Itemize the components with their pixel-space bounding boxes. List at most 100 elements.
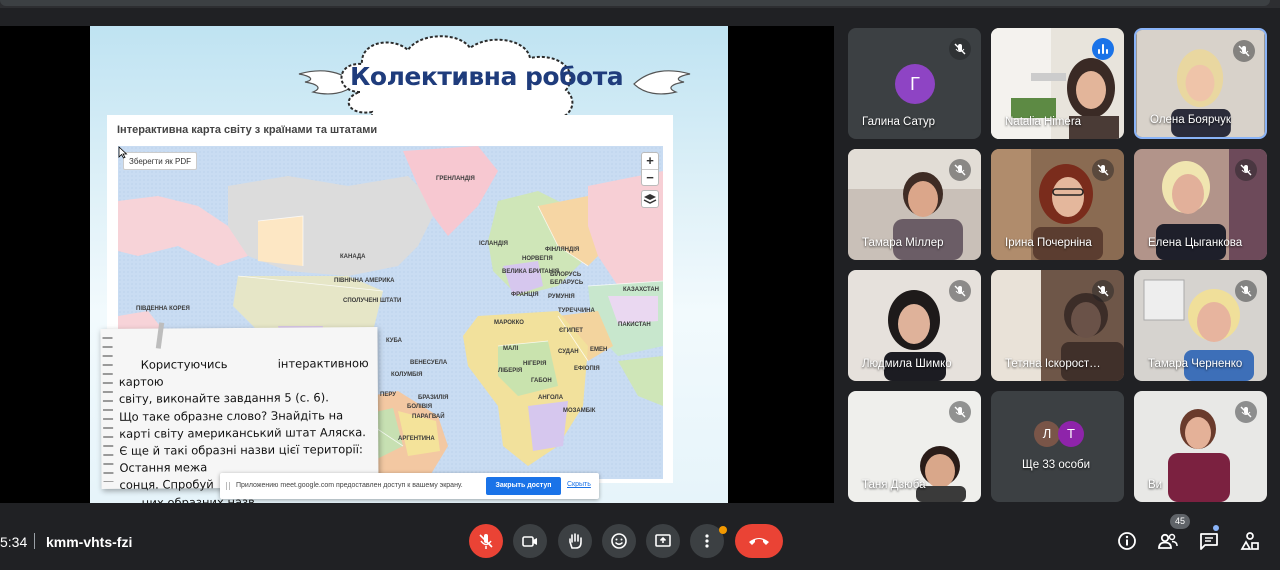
screen-share-banner: Приложению meet.google.com предоставлен … bbox=[220, 473, 599, 499]
stop-sharing-button[interactable]: Закрыть доступ bbox=[486, 477, 561, 495]
avatar: Л bbox=[1034, 421, 1060, 447]
participant-tile[interactable]: Ірина Почерніна bbox=[991, 149, 1124, 260]
top-scrollbar-track bbox=[0, 0, 1280, 8]
map-label: БРАЗИЛІЯ bbox=[418, 395, 449, 401]
map-label: ФІНЛЯНДІЯ bbox=[545, 247, 580, 253]
map-label: НІГЕРІЯ bbox=[523, 361, 547, 367]
participant-tile[interactable]: Г Галина Сатур bbox=[848, 28, 981, 139]
layers-button[interactable] bbox=[641, 190, 659, 208]
activities-icon[interactable] bbox=[1239, 530, 1261, 552]
task-line: карті світу американський штат Аляска. bbox=[119, 424, 366, 441]
map-label: ІСЛАНДІЯ bbox=[479, 241, 508, 247]
mic-off-icon bbox=[1235, 159, 1257, 181]
right-wing-decoration bbox=[633, 70, 691, 95]
participant-name: Людмила Шимко bbox=[862, 358, 952, 370]
map-label: КАНАДА bbox=[340, 254, 366, 260]
camera-icon bbox=[522, 536, 537, 547]
map-label: СПОЛУЧЕНІ ШТАТИ bbox=[343, 298, 402, 304]
participant-name: Тамара Міллер bbox=[862, 237, 944, 249]
present-screen-button[interactable] bbox=[646, 524, 680, 558]
avatar: Т bbox=[1058, 421, 1084, 447]
map-zoom-controls: + − bbox=[641, 152, 659, 186]
raise-hand-button[interactable] bbox=[558, 524, 592, 558]
presentation-slide: Колективна робота Інтерактивна карта сві… bbox=[90, 26, 728, 503]
participant-tile[interactable]: Тамара Черненко bbox=[1134, 270, 1267, 381]
raise-hand-icon bbox=[569, 533, 582, 549]
top-scrollbar[interactable] bbox=[0, 0, 1270, 6]
participant-tile[interactable]: Natalia Himera bbox=[991, 28, 1124, 139]
map-label: ПЕРУ bbox=[380, 392, 396, 398]
map-label: ПАКИСТАН bbox=[618, 322, 651, 328]
mic-off-icon bbox=[479, 534, 493, 549]
map-label: ГАБОН bbox=[531, 378, 552, 384]
map-label: ФРАНЦІЯ bbox=[511, 292, 539, 298]
map-label: СУДАН bbox=[558, 349, 579, 355]
map-label: ЕМЕН bbox=[590, 347, 608, 353]
divider bbox=[34, 533, 35, 549]
more-options-icon bbox=[705, 534, 709, 548]
participant-tile[interactable]: Тетяна Іскорост… bbox=[991, 270, 1124, 381]
map-label: КАЗАХСТАН bbox=[623, 287, 659, 293]
map-label: ЛІБЕРІЯ bbox=[498, 368, 523, 374]
zoom-out-button[interactable]: − bbox=[642, 170, 658, 186]
camera-toggle-button[interactable] bbox=[513, 524, 547, 558]
chat-icon[interactable] bbox=[1198, 530, 1220, 552]
hide-banner-link[interactable]: Скрыть bbox=[567, 481, 591, 488]
map-label: ПІВНІЧНА АМЕРИКА bbox=[334, 278, 395, 284]
reactions-button[interactable] bbox=[602, 524, 636, 558]
map-label: РУМУНІЯ bbox=[548, 294, 575, 300]
map-label: ПАРАГВАЙ bbox=[412, 414, 445, 420]
participant-name: Тамара Черненко bbox=[1148, 358, 1243, 370]
meeting-code: kmm-vhts-fzi bbox=[46, 534, 133, 550]
participant-name: Тетяна Іскорост… bbox=[1005, 358, 1101, 370]
notification-dot bbox=[719, 526, 727, 534]
mic-off-icon bbox=[1235, 401, 1257, 423]
map-label: ЕФІОПІЯ bbox=[574, 366, 600, 372]
leave-call-button[interactable] bbox=[735, 524, 783, 558]
speaking-indicator-icon bbox=[1092, 38, 1114, 60]
info-icon[interactable] bbox=[1116, 530, 1138, 552]
self-tile[interactable]: Ви bbox=[1134, 391, 1267, 502]
hang-up-icon bbox=[749, 538, 769, 545]
save-pdf-button[interactable]: Зберегти як PDF bbox=[123, 152, 197, 170]
chat-unread-dot bbox=[1213, 525, 1219, 531]
layers-icon bbox=[643, 194, 657, 204]
mic-off-icon bbox=[1092, 159, 1114, 181]
participant-tile-active[interactable]: Олена Боярчук bbox=[1134, 28, 1267, 139]
mouse-cursor-icon bbox=[118, 146, 128, 159]
note-spiral bbox=[102, 336, 114, 482]
participant-tile[interactable]: Елена Цыганкова bbox=[1134, 149, 1267, 260]
participants-count-badge: 45 bbox=[1170, 514, 1191, 529]
mic-off-icon bbox=[949, 280, 971, 302]
participant-name: Natalia Himera bbox=[1005, 116, 1082, 128]
map-label: НОРВЕГІЯ bbox=[522, 256, 553, 262]
task-note-card: Користуючись інтерактивною картою світу,… bbox=[100, 322, 379, 503]
mic-off-icon bbox=[1092, 280, 1114, 302]
task-line: Що таке образне слово? Знайдіть на bbox=[119, 407, 344, 424]
participant-name: Елена Цыганкова bbox=[1148, 237, 1243, 249]
mic-toggle-button[interactable] bbox=[469, 524, 503, 558]
more-participants-tile[interactable]: Л Т Ще 33 особи bbox=[991, 391, 1124, 502]
participant-name: Ірина Почерніна bbox=[1005, 237, 1092, 249]
drag-handle-icon[interactable] bbox=[226, 482, 230, 490]
map-label: ВЕЛИКА БРИТАНІЯ bbox=[502, 269, 560, 275]
task-line: Є ще й такі образні назви цієї території… bbox=[119, 442, 363, 458]
zoom-in-button[interactable]: + bbox=[642, 153, 658, 169]
task-line: світу, виконайте завдання 5 (с. 6). bbox=[118, 390, 329, 407]
present-icon bbox=[655, 534, 671, 547]
participant-tile[interactable]: Людмила Шимко bbox=[848, 270, 981, 381]
map-label: ЄГИПЕТ bbox=[559, 328, 583, 334]
mic-off-icon bbox=[1233, 40, 1255, 62]
map-label: КОЛУМБІЯ bbox=[391, 372, 423, 378]
map-label: АНГОЛА bbox=[538, 395, 564, 401]
task-line: Користуючись інтерактивною картою bbox=[118, 356, 369, 390]
map-label: МАРОККО bbox=[494, 320, 524, 326]
map-caption: Інтерактивна карта світу з країнами та ш… bbox=[117, 124, 378, 136]
map-label: ГРЕНЛАНДІЯ bbox=[436, 176, 475, 182]
people-icon[interactable] bbox=[1157, 530, 1179, 552]
participant-name: Таня Дзюба bbox=[862, 479, 926, 491]
meeting-time: 5:34 bbox=[0, 534, 28, 550]
participant-tile[interactable]: Таня Дзюба bbox=[848, 391, 981, 502]
more-participants-label: Ще 33 особи bbox=[1022, 459, 1091, 471]
participant-tile[interactable]: Тамара Міллер bbox=[848, 149, 981, 260]
